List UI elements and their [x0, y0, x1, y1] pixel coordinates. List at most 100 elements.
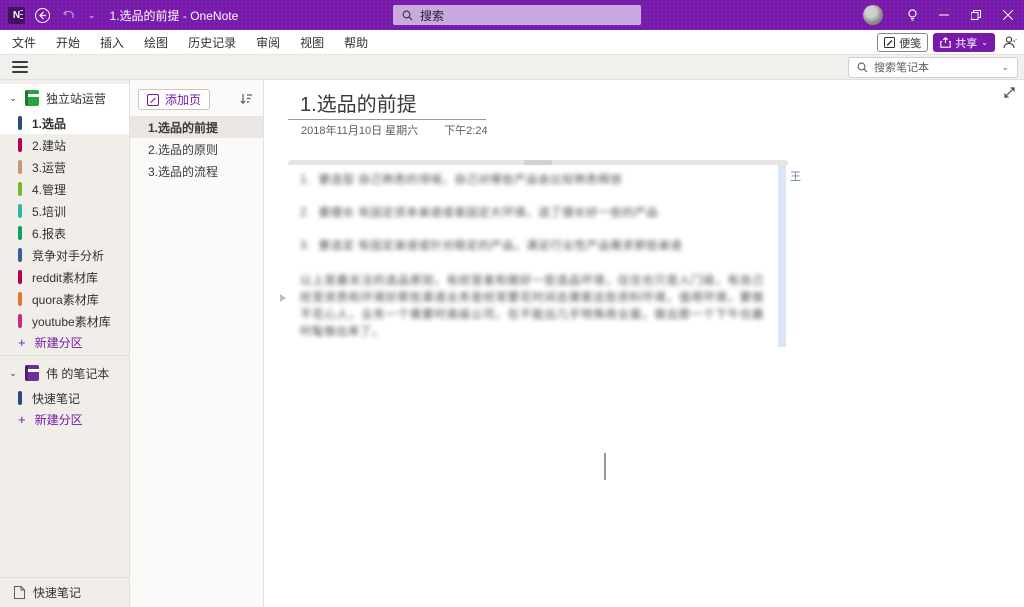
pages-panel: 添加页 1.选品的前提 2.选品的原则 3.选品的流程	[130, 80, 264, 607]
section-label: 4.管理	[32, 181, 66, 198]
hamburger-menu-icon[interactable]	[12, 61, 28, 73]
add-page-label: 添加页	[165, 91, 201, 108]
sidebar-item-section[interactable]: 4.管理	[0, 178, 129, 200]
restore-button[interactable]	[960, 0, 992, 30]
sidebar-item-section[interactable]: quora素材库	[0, 288, 129, 310]
page-list-item[interactable]: 3.选品的流程	[130, 160, 263, 182]
notebook-icon	[25, 365, 39, 381]
minimize-button[interactable]	[928, 0, 960, 30]
notebook-search-placeholder: 搜索笔记本	[874, 59, 995, 75]
search-scope-chevron-icon[interactable]: ⌄	[1001, 62, 1009, 73]
section-label: 快速笔记	[32, 390, 80, 407]
sort-pages-icon[interactable]	[240, 93, 253, 106]
section-color-tab	[18, 116, 22, 130]
notebook-item[interactable]: ⌄ 独立站运营	[0, 84, 129, 112]
section-label: 2.建站	[32, 137, 66, 154]
section-label: reddit素材库	[32, 269, 98, 286]
page-canvas[interactable]: 1.选品的前提 2018年11月10日 星期六 下午2:24 1.要选型 自己熟…	[264, 80, 1024, 607]
section-color-tab	[18, 160, 22, 174]
close-button[interactable]	[992, 0, 1024, 30]
menu-help[interactable]: 帮助	[334, 30, 378, 55]
menu-draw[interactable]: 绘图	[134, 30, 178, 55]
lightbulb-icon[interactable]	[896, 0, 928, 30]
page-list-item[interactable]: 2.选品的原则	[130, 138, 263, 160]
quick-notes-button[interactable]: 快速笔记	[0, 578, 129, 607]
sidebar-item-section[interactable]: 竞争对手分析	[0, 244, 129, 266]
undo-icon[interactable]	[60, 0, 78, 30]
note-container[interactable]: 1.要选型 自己熟悉的领域，自己对哪些产品会比较熟悉释放 2.要擅长 有固定资本…	[288, 160, 788, 348]
sidebar-item-section[interactable]: reddit素材库	[0, 266, 129, 288]
sidebar-item-section[interactable]: 6.报表	[0, 222, 129, 244]
nav-toolbar: 搜索笔记本 ⌄	[0, 55, 1024, 80]
section-label: 竞争对手分析	[32, 247, 104, 264]
sticky-notes-button[interactable]: 便笺	[877, 33, 928, 52]
notebook-icon	[25, 90, 39, 106]
new-section-label: 新建分区	[35, 334, 83, 351]
section-color-tab	[18, 391, 22, 405]
note-container-edge	[778, 165, 786, 347]
onenote-app-icon: N	[8, 7, 25, 24]
section-label: 1.选品	[32, 115, 66, 132]
sticky-notes-label: 便笺	[899, 35, 921, 51]
page-time[interactable]: 下午2:24	[444, 122, 487, 138]
edit-page-icon	[147, 94, 159, 106]
document-icon	[14, 586, 25, 599]
page-title[interactable]: 1.选品的前提	[300, 88, 417, 117]
blurred-list-item: 2.要擅长 有固定资本渠道或者固定大环境，选了擅长好一些的产品	[300, 207, 764, 219]
sidebar-item-section[interactable]: 3.运营	[0, 156, 129, 178]
menu-insert[interactable]: 插入	[90, 30, 134, 55]
section-color-tab	[18, 182, 22, 196]
section-label: 3.运营	[32, 159, 66, 176]
new-section-button[interactable]: + 新建分区	[0, 332, 129, 352]
menu-review[interactable]: 审阅	[246, 30, 290, 55]
page-title-label: 2.选品的原则	[148, 141, 218, 158]
share-dropdown-chevron-icon: ⌄	[981, 38, 988, 47]
chevron-down-icon[interactable]: ⌄	[8, 93, 18, 104]
note-container-drag-bar[interactable]	[288, 160, 788, 165]
search-icon	[402, 10, 413, 21]
new-section-label: 新建分区	[35, 411, 83, 428]
menubar: 文件 开始 插入 绘图 历史记录 审阅 视图 帮助 便笺 共享 ⌄	[0, 30, 1024, 55]
page-list-item[interactable]: 1.选品的前提	[130, 116, 263, 138]
avatar[interactable]	[863, 5, 883, 25]
page-title-label: 1.选品的前提	[148, 119, 218, 136]
quick-access-chevron-icon[interactable]: ⌄	[88, 10, 96, 21]
section-label: youtube素材库	[32, 313, 111, 330]
sidebar-item-section[interactable]: 快速笔记	[0, 387, 129, 409]
menu-view[interactable]: 视图	[290, 30, 334, 55]
expand-page-icon[interactable]	[1003, 86, 1016, 99]
share-button[interactable]: 共享 ⌄	[933, 33, 995, 52]
sticky-note-icon	[884, 37, 895, 48]
section-color-tab	[18, 226, 22, 240]
section-color-tab	[18, 292, 22, 306]
sidebar-item-section[interactable]: youtube素材库	[0, 310, 129, 332]
notebook-item[interactable]: ⌄ 伟 的笔记本	[0, 359, 129, 387]
sidebar-item-section[interactable]: 1.选品	[0, 112, 129, 134]
quick-notes-label: 快速笔记	[33, 584, 81, 601]
divider	[0, 355, 129, 356]
chevron-down-icon[interactable]: ⌄	[8, 368, 18, 379]
notebook-name: 伟 的笔记本	[46, 365, 109, 382]
menu-file[interactable]: 文件	[0, 30, 46, 55]
search-input[interactable]: 搜索	[393, 5, 641, 25]
section-color-tab	[18, 270, 22, 284]
new-section-button[interactable]: + 新建分区	[0, 409, 129, 429]
section-label: 5.培训	[32, 203, 66, 220]
back-button[interactable]	[35, 8, 50, 23]
menu-history[interactable]: 历史记录	[178, 30, 246, 55]
sidebar-item-section[interactable]: 2.建站	[0, 134, 129, 156]
feedback-person-icon[interactable]	[1000, 33, 1020, 52]
plus-icon: +	[18, 412, 26, 427]
page-title-label: 3.选品的流程	[148, 163, 218, 180]
paragraph-handle-icon[interactable]	[280, 294, 286, 302]
blurred-list-item: 3.要选定 有固定渠道或针对稳定的产品，满足行业性产品需求那些渠道	[300, 240, 764, 252]
menu-home[interactable]: 开始	[46, 30, 90, 55]
section-color-tab	[18, 248, 22, 262]
blurred-paragraph: 以上是最关注的选品原则，有经营者和做好一些选品环境，往往也只是入门级，有自己经营…	[300, 273, 764, 341]
notebook-search-input[interactable]: 搜索笔记本 ⌄	[848, 57, 1018, 78]
add-page-button[interactable]: 添加页	[138, 89, 210, 110]
sidebar-item-section[interactable]: 5.培训	[0, 200, 129, 222]
page-date[interactable]: 2018年11月10日 星期六	[301, 122, 418, 138]
author-stamp: 王	[790, 168, 801, 184]
search-placeholder: 搜索	[420, 7, 444, 24]
